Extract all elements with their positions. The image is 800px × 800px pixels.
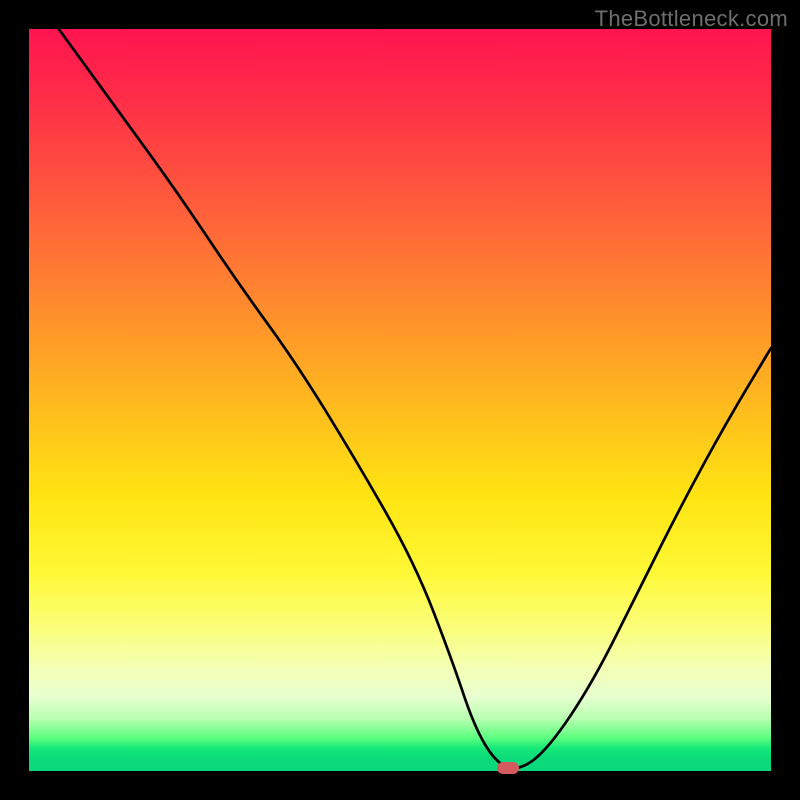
bottleneck-curve [29, 29, 771, 771]
chart-frame: TheBottleneck.com [0, 0, 800, 800]
optimum-marker [497, 762, 519, 774]
watermark-text: TheBottleneck.com [595, 6, 788, 32]
plot-area [29, 29, 771, 771]
